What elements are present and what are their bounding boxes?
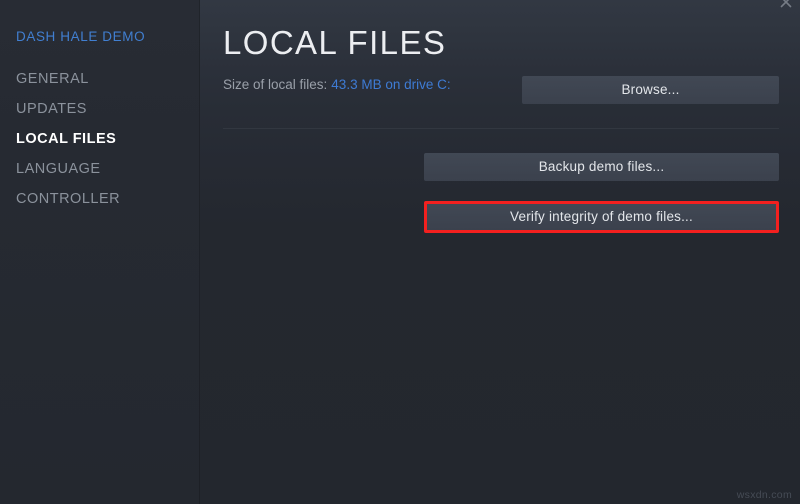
sidebar-item-local-files[interactable]: LOCAL FILES <box>0 124 200 154</box>
sidebar-item-general[interactable]: GENERAL <box>0 64 200 94</box>
verify-integrity-button[interactable]: Verify integrity of demo files... <box>427 204 776 230</box>
sidebar-item-updates[interactable]: UPDATES <box>0 94 200 124</box>
verify-button-highlight: Verify integrity of demo files... <box>424 201 779 233</box>
sidebar-nav: GENERAL UPDATES LOCAL FILES LANGUAGE CON… <box>0 64 200 214</box>
watermark: wsxdn.com <box>736 489 792 501</box>
size-label: Size of local files: <box>223 77 328 92</box>
browse-button[interactable]: Browse... <box>522 76 779 104</box>
backup-demo-files-button[interactable]: Backup demo files... <box>424 153 779 181</box>
sidebar-item-controller[interactable]: CONTROLLER <box>0 184 200 214</box>
steam-game-properties-window: DASH HALE DEMO GENERAL UPDATES LOCAL FIL… <box>0 0 800 504</box>
close-icon[interactable] <box>778 0 794 10</box>
sidebar-item-language[interactable]: LANGUAGE <box>0 154 200 184</box>
page-title: LOCAL FILES <box>223 24 447 61</box>
sidebar: DASH HALE DEMO GENERAL UPDATES LOCAL FIL… <box>0 0 200 504</box>
browse-button-wrap: Browse... <box>522 76 779 104</box>
sidebar-game-title[interactable]: DASH HALE DEMO <box>0 27 200 47</box>
file-action-buttons: Backup demo files... Verify integrity of… <box>424 153 779 233</box>
size-value: 43.3 MB on drive C: <box>331 77 451 92</box>
main-content: LOCAL FILES Size of local files: 43.3 MB … <box>200 0 800 504</box>
section-divider <box>223 128 779 129</box>
